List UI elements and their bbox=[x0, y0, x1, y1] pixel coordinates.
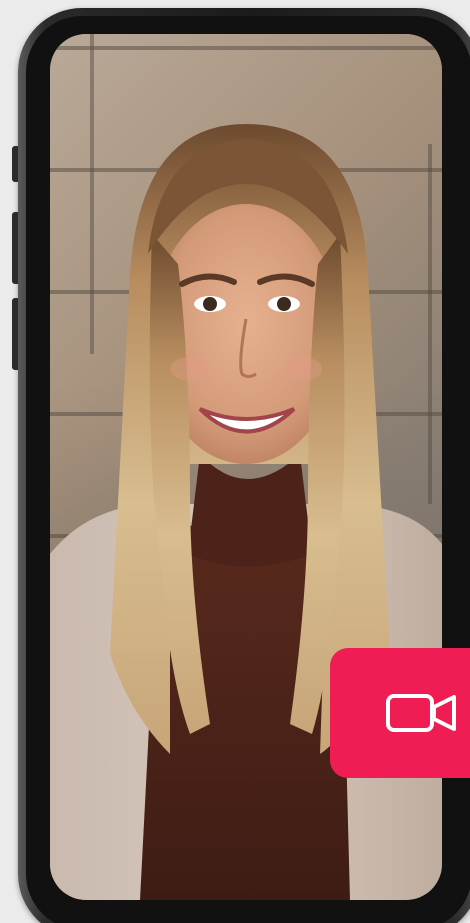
phone-volume-up-button bbox=[12, 212, 18, 284]
phone-silent-switch bbox=[12, 146, 18, 182]
video-camera-icon bbox=[386, 694, 456, 732]
app-canvas bbox=[0, 0, 470, 923]
start-video-call-button[interactable] bbox=[330, 648, 470, 778]
phone-volume-down-button bbox=[12, 298, 18, 370]
